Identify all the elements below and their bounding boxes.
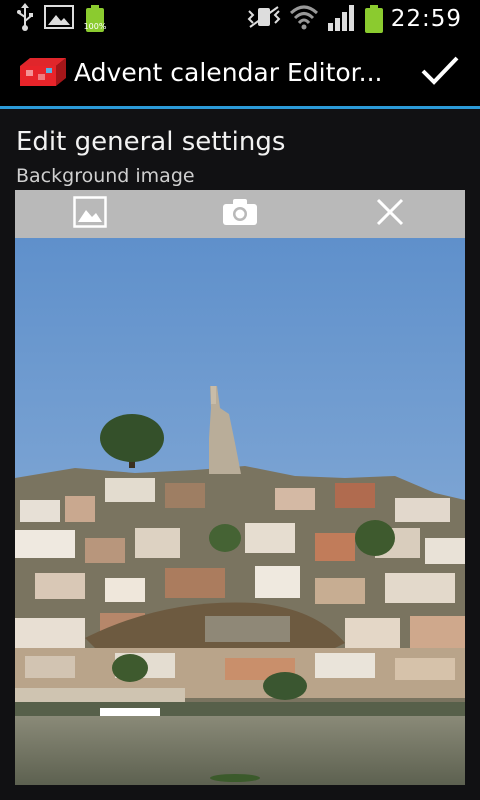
take-photo-button[interactable] [165,190,315,238]
background-image-preview [15,238,465,785]
vibrate-icon [247,5,281,33]
gallery-icon [73,196,107,232]
pick-from-gallery-button[interactable] [15,190,165,238]
close-icon [376,198,404,230]
section-title: Edit general settings [16,127,286,157]
battery-icon [364,5,383,33]
camera-icon [222,198,258,230]
checkmark-icon [420,54,460,90]
wifi-icon [289,4,319,34]
image-toolbar [15,190,465,238]
background-image-panel [15,190,465,785]
clock: 22:59 [390,6,462,32]
status-bar: 100% 22:59 [0,0,480,38]
battery-level-label: 100% [83,22,107,31]
background-image-label: Background image [16,165,195,187]
done-button[interactable] [400,38,480,106]
settings-content: Edit general settings Background image [0,109,480,800]
battery-icon: 100% [84,5,106,33]
action-bar: Advent calendar Editor... [0,38,480,106]
image-notification-icon [44,5,74,33]
signal-icon [327,3,357,35]
screen-title: Advent calendar Editor... [74,57,383,87]
remove-image-button[interactable] [315,190,465,238]
app-logo-icon [18,56,68,88]
usb-icon [16,3,34,35]
